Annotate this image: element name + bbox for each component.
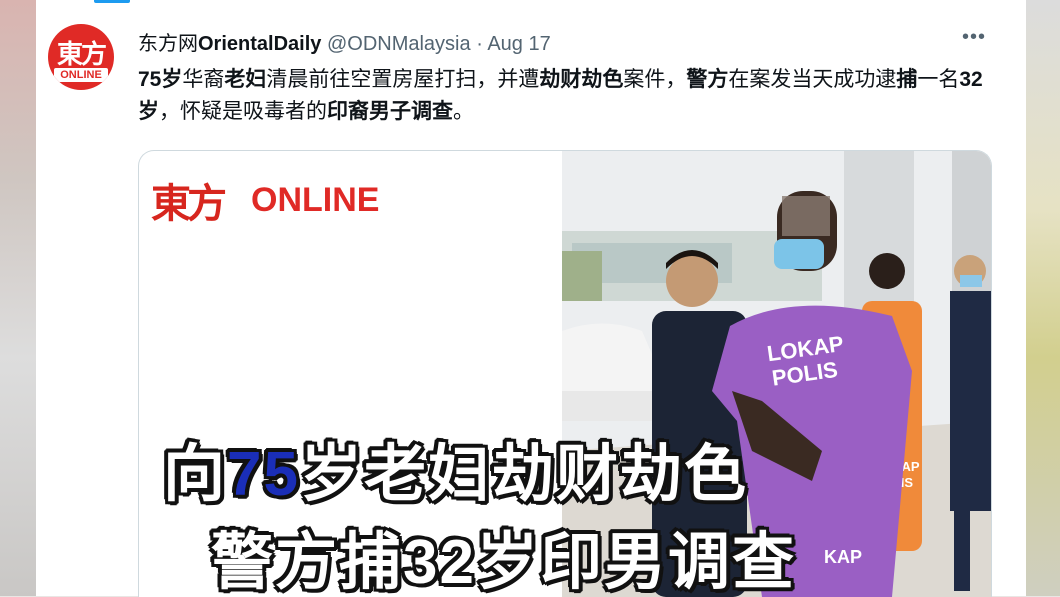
tweet-text-segment: 警方: [686, 68, 729, 91]
separator-dot: ·: [476, 33, 483, 55]
tweet-media[interactable]: 東方 ONLINE LOKAP POLIS KAP 向75岁老妇劫财劫色 警方捕…: [138, 150, 992, 597]
tweet-header: 东方网OrientalDaily @ODNMalaysia · Aug 17: [138, 27, 551, 56]
logo-mark: 東方: [151, 180, 227, 227]
tweet-text-segment: 老妇: [224, 68, 267, 91]
display-name[interactable]: 东方网OrientalDaily: [138, 33, 321, 55]
headline-2a: 警方捕: [211, 528, 404, 597]
tweet-text-segment: ，怀疑是吸毒者的: [159, 100, 327, 123]
logo-online-text: ONLINE: [251, 181, 380, 219]
tweet-text-segment: 案件，: [623, 68, 687, 91]
tweet-text-segment: 清晨前往空置房屋打扫，并遭: [266, 68, 540, 91]
tweet-text-segment: 在案发当天成功逮: [728, 68, 897, 91]
avatar-mark: 東方: [56, 40, 107, 70]
background-right: [1026, 0, 1060, 596]
headline-1a: 向: [163, 440, 228, 509]
tweet-text-segment: 捕: [896, 68, 918, 91]
purple-shirt-bottom-text: KAP: [824, 547, 862, 567]
tweet-text: 75岁华裔老妇清晨前往空置房屋打扫，并遭劫财劫色案件，警方在案发当天成功逮捕一名…: [138, 64, 1008, 128]
headline-2b: 岁印男调查: [475, 528, 796, 597]
tweet-text-segment: 印裔男子调查: [327, 100, 453, 123]
headline-1b: 岁老妇劫财劫色: [299, 440, 748, 509]
more-options-icon[interactable]: •••: [962, 26, 986, 49]
tweet-text-segment: 。: [453, 100, 474, 123]
user-handle[interactable]: @ODNMalaysia: [327, 33, 471, 55]
avatar[interactable]: 東方 ONLINE: [48, 24, 114, 90]
headline-1-number: 75: [227, 440, 300, 509]
tweet-text-segment: 华裔: [182, 68, 225, 91]
tweet-text-segment: 一名: [917, 68, 960, 91]
top-accent-bar: [94, 0, 130, 3]
tweet-card[interactable]: 東方 ONLINE 东方网OrientalDaily @ODNMalaysia …: [0, 0, 1026, 597]
avatar-subtext: ONLINE: [54, 68, 108, 82]
tweet-date[interactable]: Aug 17: [487, 33, 550, 55]
tweet-text-segment: 劫财劫色: [539, 68, 624, 91]
headline-line-1: 向75岁老妇劫财劫色: [163, 423, 748, 513]
headline-2-number: 32: [403, 528, 476, 597]
tweet-text-segment: 75岁: [138, 68, 183, 91]
headline-line-2: 警方捕32岁印男调查: [211, 511, 796, 597]
